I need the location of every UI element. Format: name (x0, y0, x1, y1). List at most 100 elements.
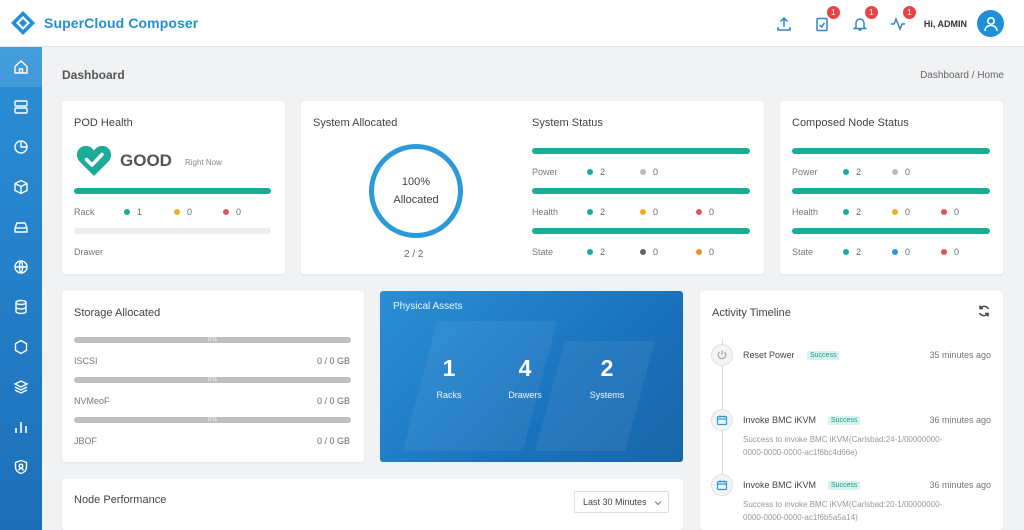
node-health-critical-dot (941, 209, 947, 215)
timeline-event-icon (711, 344, 733, 366)
globe-icon (14, 260, 28, 274)
system-health-warning-dot (640, 209, 646, 215)
breadcrumb[interactable]: Dashboard / Home (920, 70, 1004, 81)
assets-background-decoration (402, 321, 558, 451)
iscsi-value: 0 / 0 GB (316, 356, 350, 366)
app-title: SuperCloud Composer (44, 15, 199, 31)
node-health-bar (792, 188, 990, 194)
systems-count[interactable]: 2 (577, 355, 637, 382)
sidebar-item-database[interactable] (0, 287, 42, 327)
system-state-enabled-dot (587, 249, 593, 255)
timeline-event-icon (711, 409, 733, 431)
page-title: Dashboard (62, 68, 125, 82)
activity-badge: 1 (902, 5, 916, 19)
bar-chart-icon (15, 422, 27, 433)
pod-health-status: GOOD (120, 151, 172, 170)
composed-node-status-title: Composed Node Status (792, 117, 909, 129)
iscsi-usage-percent: 0 % (208, 337, 217, 343)
refresh-icon[interactable] (977, 304, 991, 318)
supercloud-logo-icon (11, 11, 35, 35)
sidebar-item-nodes[interactable] (0, 327, 42, 367)
node-state-assembling-dot (892, 249, 898, 255)
user-greeting: Hi, ADMIN (923, 18, 967, 29)
server-icon (14, 100, 28, 114)
system-card: System Allocated 100% Allocated 2 / 2 Sy… (301, 101, 764, 274)
system-power-on-count: 2 (600, 167, 606, 177)
jbof-usage-bar: 0 % (74, 417, 351, 423)
system-state-disabled-dot (640, 249, 646, 255)
rack-good-count: 1 (137, 207, 143, 217)
sidebar-item-analytics[interactable] (0, 127, 42, 167)
timeline-event-time: 36 minutes ago (929, 480, 991, 490)
system-state-pending-count: 0 (709, 247, 715, 257)
racks-label: Racks (436, 390, 462, 400)
bell-icon[interactable]: 1 (850, 5, 878, 34)
drawer-label: Drawer (74, 247, 104, 257)
top-bar: SuperCloud Composer 1 1 1 Hi, ADMIN (0, 0, 1024, 47)
pod-health-title: POD Health (74, 117, 133, 129)
system-power-label: Power (532, 167, 558, 177)
timeline-event-title: Invoke BMC iKVM (743, 480, 817, 490)
sidebar (0, 47, 42, 530)
timeline-event-status: Success (828, 481, 861, 490)
notifications-badge: 1 (864, 5, 878, 19)
system-health-bar (532, 188, 750, 194)
node-power-bar (792, 148, 990, 154)
storage-allocated-title: Storage Allocated (74, 307, 161, 319)
systems-label: Systems (589, 390, 625, 400)
drawers-count[interactable]: 4 (495, 355, 555, 382)
node-state-failed-count: 0 (954, 247, 960, 257)
node-state-assembling-count: 0 (905, 247, 911, 257)
racks-count[interactable]: 1 (419, 355, 479, 382)
system-power-on-dot (587, 169, 593, 175)
system-power-off-dot (640, 169, 646, 175)
activity-icon[interactable]: 1 (888, 5, 916, 34)
node-health-warning-count: 0 (905, 207, 911, 217)
physical-assets-card[interactable]: Physical Assets 1 Racks 4 Drawers 2 Syst… (380, 291, 683, 462)
sidebar-item-resources[interactable] (0, 167, 42, 207)
sidebar-item-servers[interactable] (0, 87, 42, 127)
node-performance-title: Node Performance (74, 494, 167, 506)
system-state-enabled-count: 2 (600, 247, 606, 257)
system-health-ok-count: 2 (600, 207, 606, 217)
activity-timeline-title: Activity Timeline (712, 307, 791, 319)
pod-health-status-sub: Right Now (185, 158, 222, 167)
sidebar-item-layers[interactable] (0, 367, 42, 407)
time-range-select[interactable]: Last 30 Minutes (574, 491, 669, 513)
storage-allocated-card: Storage Allocated 0 % ISCSI 0 / 0 GB 0 %… (62, 291, 364, 462)
timeline-event-description: Success to invoke BMC iKVM(Carlsbad:20-1… (743, 500, 943, 522)
system-state-bar (532, 228, 750, 234)
iscsi-usage-bar: 0 % (74, 337, 351, 343)
sidebar-item-reports[interactable] (0, 407, 42, 447)
node-state-label: State (792, 247, 814, 257)
sidebar-item-home[interactable] (0, 47, 42, 87)
database-icon (15, 299, 27, 315)
heart-check-icon (76, 145, 112, 176)
physical-assets-title: Physical Assets (393, 301, 463, 312)
pie-chart-icon (14, 140, 28, 154)
app-logo[interactable]: SuperCloud Composer (10, 10, 198, 36)
avatar[interactable] (977, 10, 1004, 37)
composed-node-status-card: Composed Node Status Power 2 0 Health 2 … (780, 101, 1003, 274)
nvmeof-value: 0 / 0 GB (316, 396, 350, 406)
tasks-badge: 1 (826, 5, 840, 19)
sidebar-item-storage[interactable] (0, 207, 42, 247)
sidebar-item-security[interactable] (0, 447, 42, 487)
clipboard-check-icon[interactable]: 1 (812, 5, 840, 34)
rack-label: Rack (74, 207, 95, 217)
upload-icon[interactable] (774, 14, 794, 34)
jbof-label: JBOF (74, 436, 98, 446)
sidebar-item-network[interactable] (0, 247, 42, 287)
user-icon (983, 16, 998, 31)
node-state-failed-dot (941, 249, 947, 255)
drive-icon (14, 222, 28, 233)
timeline-event-time: 36 minutes ago (929, 415, 991, 425)
nvmeof-label: NVMeoF (74, 396, 110, 406)
node-health-label: Health (792, 207, 819, 217)
power-icon (717, 350, 727, 360)
node-state-enabled-dot (843, 249, 849, 255)
drawer-health-bar (74, 228, 271, 234)
system-power-bar (532, 148, 750, 154)
hexagon-icon (14, 339, 28, 355)
calendar-icon (716, 480, 728, 491)
